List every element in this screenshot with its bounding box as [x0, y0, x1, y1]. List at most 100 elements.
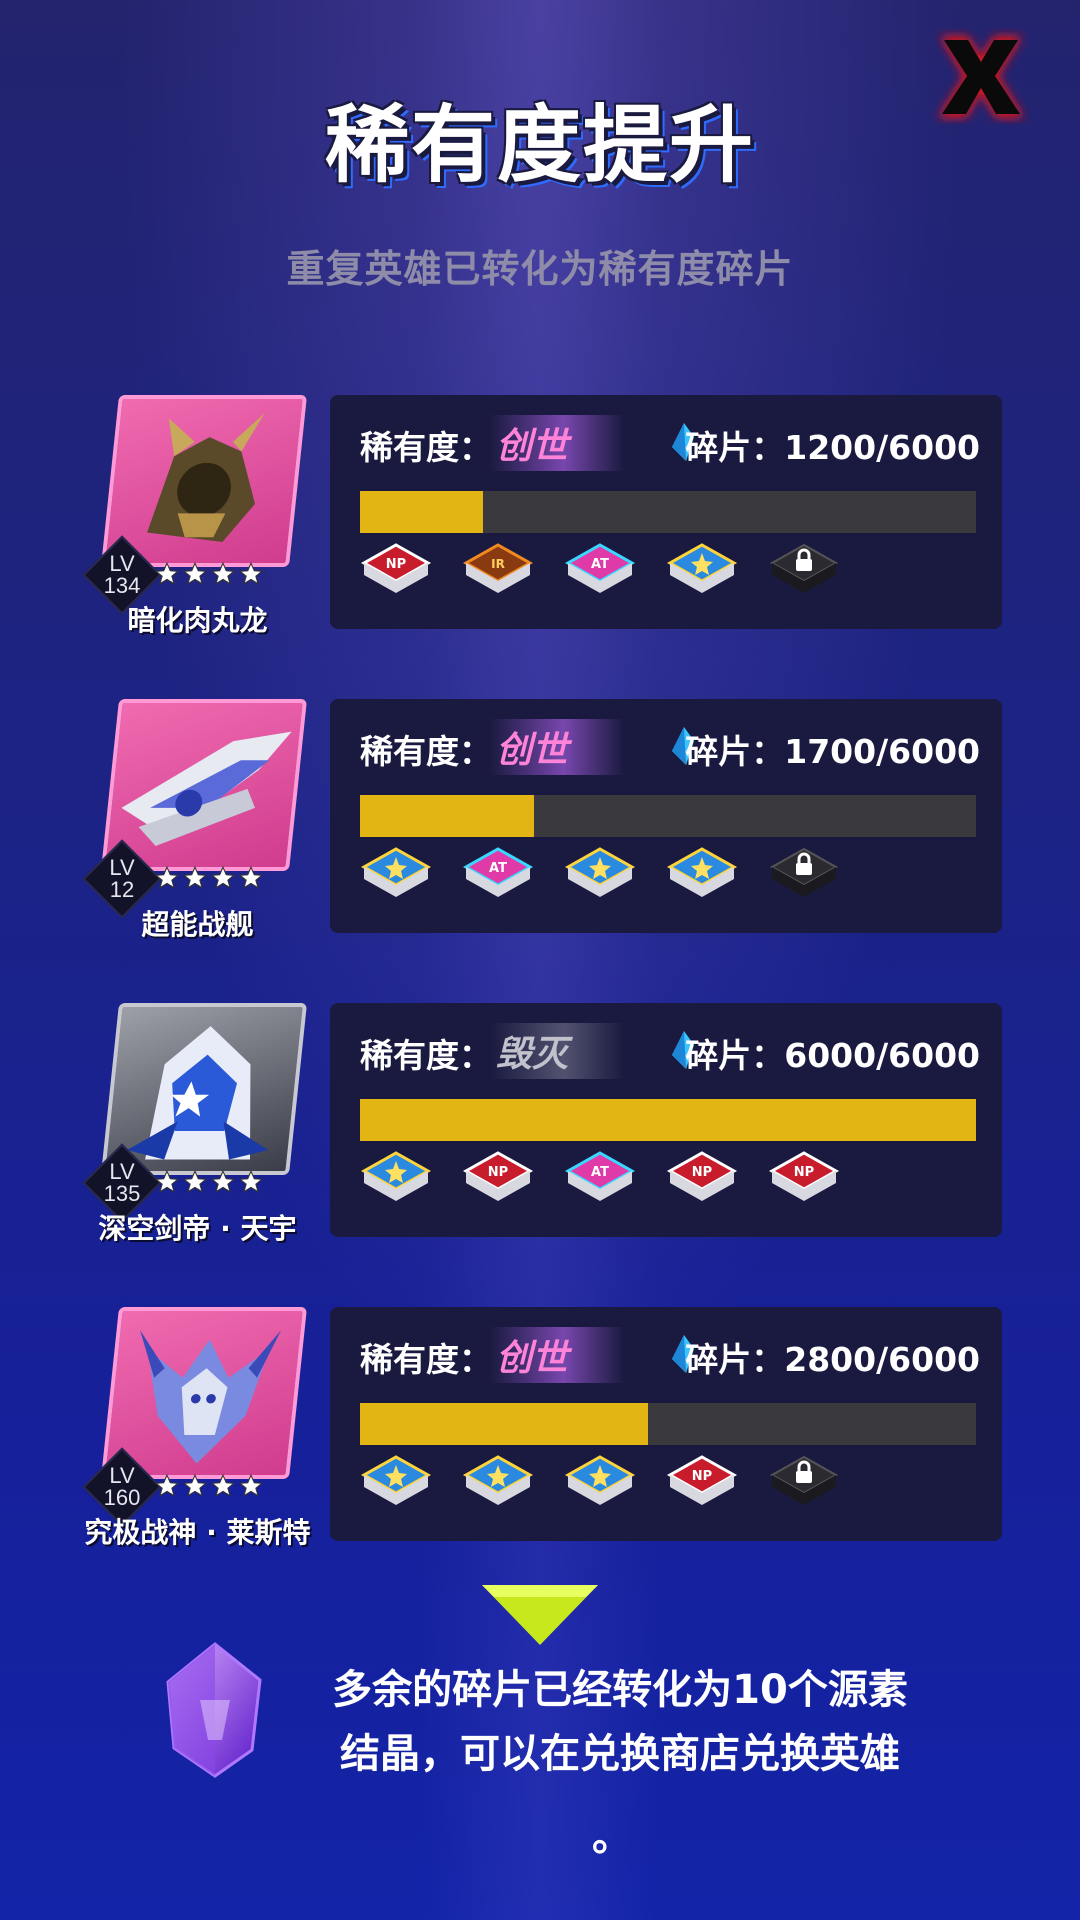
- rarity-label: 稀有度：: [360, 1340, 492, 1379]
- dark-dragon-icon: [147, 413, 265, 543]
- hero-portrait[interactable]: [100, 699, 308, 871]
- lock-icon: [769, 543, 839, 593]
- level-value: 160: [103, 1485, 141, 1510]
- shards-label: 碎片：: [685, 1036, 785, 1075]
- star-icon: [210, 561, 236, 585]
- hero-info-panel: 稀有度： 创世 碎片：1700/6000 AT: [330, 699, 1002, 933]
- level-badge: LV 160: [82, 1447, 162, 1527]
- rarity-label: 稀有度：: [360, 428, 492, 467]
- svg-text:NP: NP: [794, 1165, 814, 1180]
- star-icon: [210, 865, 236, 889]
- shards-label: 碎片：: [685, 428, 785, 467]
- level-label: LV: [109, 855, 135, 880]
- star-badge-icon[interactable]: [564, 1453, 636, 1513]
- hero-name: 深空剑帝 · 天宇: [98, 1212, 297, 1245]
- at-badge-icon[interactable]: AT: [564, 1149, 636, 1209]
- hero-row: LV 12 超能战舰 稀有度： 创世 碎片：1700/6000 AT: [0, 699, 1080, 1003]
- star-badge-icon[interactable]: [666, 541, 738, 601]
- hero-name: 超能战舰: [141, 908, 254, 941]
- star-badge-icon[interactable]: [564, 845, 636, 905]
- np-badge-icon[interactable]: NP: [768, 1149, 840, 1209]
- shards-label: 碎片：: [685, 1340, 785, 1379]
- star-badge-icon[interactable]: [462, 1453, 534, 1513]
- rarity-label: 稀有度：: [360, 732, 492, 771]
- rarity-value: 创世: [490, 1327, 625, 1383]
- shards-value: 6000/6000: [784, 1036, 980, 1075]
- at-badge-icon[interactable]: AT: [462, 845, 534, 905]
- conversion-message-line-1: 多余的碎片已经转化为10个源素: [332, 1667, 908, 1713]
- shards-value: 1200/6000: [784, 428, 980, 467]
- star-icon: [238, 865, 264, 889]
- level-value: 135: [103, 1181, 141, 1206]
- shards-value: 1700/6000: [784, 732, 980, 771]
- star-icon: [154, 1169, 180, 1193]
- level-badge: LV 134: [82, 535, 162, 615]
- hero-portrait[interactable]: [100, 1307, 308, 1479]
- hero-portrait[interactable]: [100, 1003, 308, 1175]
- skill-badges: NP: [360, 1453, 840, 1513]
- shard-progress-bar: [360, 1403, 976, 1445]
- skill-badges: NP IR AT: [360, 541, 840, 601]
- shard-count: 碎片：1200/6000: [685, 421, 980, 469]
- svg-text:AT: AT: [489, 861, 507, 876]
- level-label: LV: [109, 551, 135, 576]
- level-label: LV: [109, 1463, 135, 1488]
- shard-progress-bar: [360, 1099, 976, 1141]
- level-label: LV: [109, 1159, 135, 1184]
- svg-text:AT: AT: [591, 1165, 609, 1180]
- hero-info-panel: 稀有度： 创世 碎片：2800/6000 NP: [330, 1307, 1002, 1541]
- star-badge-icon[interactable]: [360, 1149, 432, 1209]
- level-value: 12: [109, 877, 135, 902]
- np-badge-icon[interactable]: NP: [666, 1149, 738, 1209]
- svg-text:NP: NP: [386, 557, 406, 572]
- rarity-value: 毁灭: [490, 1023, 625, 1079]
- skill-badges: NP AT NP NP: [360, 1149, 840, 1209]
- ir-badge-icon[interactable]: IR: [462, 541, 534, 601]
- hero-info-panel: 稀有度： 创世 碎片：1200/6000 NP IR AT: [330, 395, 1002, 629]
- star-rating: [154, 1169, 264, 1195]
- rarity-value: 创世: [490, 415, 625, 471]
- shard-progress-bar: [360, 491, 976, 533]
- star-icon: [238, 561, 264, 585]
- star-badge-icon[interactable]: [360, 845, 432, 905]
- star-icon: [154, 1473, 180, 1497]
- lock-icon: [769, 847, 839, 897]
- star-icon: [182, 865, 208, 889]
- skill-badges: AT: [360, 845, 840, 905]
- shard-progress-fill: [360, 1099, 976, 1141]
- hero-row: LV 135 深空剑帝 · 天宇 稀有度： 毁灭 碎片：6000/6000 NP…: [0, 1003, 1080, 1307]
- star-icon: [238, 1169, 264, 1193]
- hero-row: LV 134 暗化肉丸龙 稀有度： 创世 碎片：1200/6000 NP IR …: [0, 395, 1080, 699]
- star-rating: [154, 865, 264, 891]
- star-rating: [154, 1473, 264, 1499]
- np-badge-icon[interactable]: NP: [666, 1453, 738, 1513]
- shard-count: 碎片：2800/6000: [685, 1333, 980, 1381]
- star-icon: [154, 561, 180, 585]
- shard-progress-fill: [360, 491, 484, 533]
- hero-row: LV 160 究极战神 · 莱斯特 稀有度： 创世 碎片：2800/6000 N…: [0, 1307, 1080, 1611]
- star-badge-icon[interactable]: [360, 1453, 432, 1513]
- svg-text:NP: NP: [692, 1469, 712, 1484]
- shard-progress-bar: [360, 795, 976, 837]
- at-badge-icon[interactable]: AT: [564, 541, 636, 601]
- down-arrow-icon: [482, 1585, 598, 1645]
- shards-label: 碎片：: [685, 732, 785, 771]
- star-icon: [182, 1169, 208, 1193]
- svg-text:NP: NP: [692, 1165, 712, 1180]
- page-title: 稀有度提升: [324, 96, 755, 194]
- np-badge-icon[interactable]: NP: [462, 1149, 534, 1209]
- hero-list: LV 134 暗化肉丸龙 稀有度： 创世 碎片：1200/6000 NP IR …: [0, 395, 1080, 1611]
- shard-count: 碎片：6000/6000: [685, 1029, 980, 1077]
- star-badge-icon[interactable]: [666, 845, 738, 905]
- lock-icon: [769, 1455, 839, 1505]
- level-value: 134: [103, 573, 141, 598]
- svg-text:NP: NP: [488, 1165, 508, 1180]
- hero-portrait[interactable]: [100, 395, 308, 567]
- np-badge-icon[interactable]: NP: [360, 541, 432, 601]
- level-badge: LV 12: [82, 839, 162, 919]
- page-subtitle: 重复英雄已转化为稀有度碎片: [286, 247, 794, 291]
- hero-name: 究极战神 · 莱斯特: [84, 1516, 311, 1549]
- shard-progress-fill: [360, 795, 535, 837]
- star-icon: [210, 1169, 236, 1193]
- conversion-message-line-2: 结晶，可以在兑换商店兑换英雄: [340, 1731, 900, 1777]
